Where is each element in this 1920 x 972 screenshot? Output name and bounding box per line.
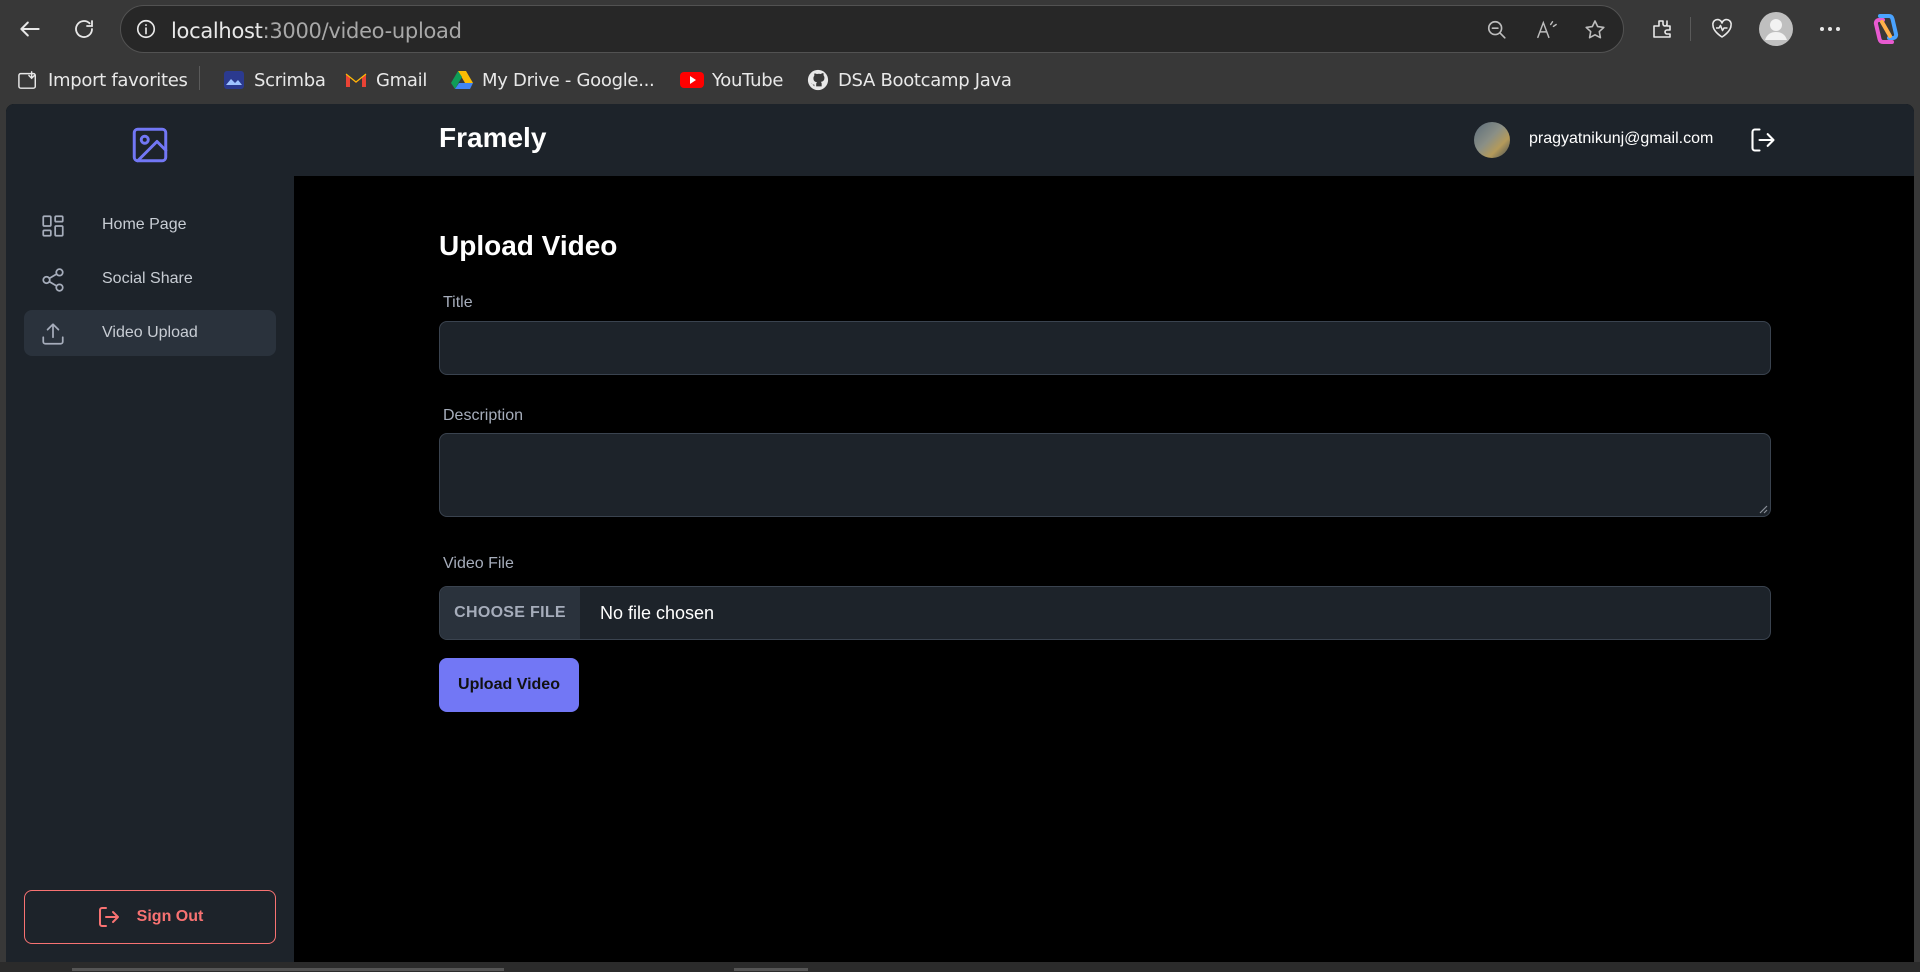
upload-video-button[interactable]: Upload Video (439, 658, 579, 712)
video-file-label: Video File (443, 555, 514, 572)
browser-essentials-icon[interactable] (1702, 9, 1742, 49)
video-file-input[interactable]: CHOOSE FILE No file chosen (439, 586, 1771, 640)
page-title: Upload Video (439, 230, 618, 261)
bookmark-label: Import favorites (48, 69, 188, 91)
main-content: Upload Video Title Description Video Fil… (294, 176, 1914, 962)
app-window: Home Page Social Share Video Upload Sign… (6, 104, 1914, 962)
resize-handle-icon[interactable] (1758, 504, 1768, 514)
browser-chrome: localhost:3000/video-upload Import favor… (0, 0, 1920, 104)
bookmark-dsa-bootcamp[interactable]: DSA Bootcamp Java (806, 66, 1012, 94)
sidebar-item-video-upload[interactable]: Video Upload (24, 310, 276, 356)
image-logo-icon[interactable] (129, 124, 171, 166)
bookmarks-bar: Import favorites Scrimba Gmail My Drive … (0, 60, 1920, 100)
title-input[interactable] (439, 321, 1771, 375)
sidebar-item-social-share[interactable]: Social Share (24, 256, 276, 302)
title-label: Title (443, 294, 473, 311)
github-icon (806, 68, 830, 92)
zoom-out-icon[interactable] (1483, 17, 1511, 43)
back-arrow-icon[interactable] (10, 9, 50, 49)
scrollbar-thumb[interactable] (72, 968, 504, 971)
bookmark-label: Scrimba (254, 69, 326, 91)
browser-toolbar: localhost:3000/video-upload (0, 0, 1920, 58)
address-bar[interactable]: localhost:3000/video-upload (120, 5, 1624, 53)
toolbar-divider (1690, 17, 1691, 41)
gmail-icon (344, 68, 368, 92)
share-icon (40, 267, 66, 293)
sidebar-item-label: Social Share (102, 270, 193, 287)
bookmark-youtube[interactable]: YouTube (680, 66, 783, 94)
site-info-icon[interactable] (133, 16, 159, 42)
google-drive-icon (450, 68, 474, 92)
grid-icon (40, 213, 66, 239)
import-icon (16, 68, 40, 92)
copilot-icon[interactable] (1866, 9, 1906, 49)
user-email: pragyatnikunj@gmail.com (1529, 130, 1714, 147)
sidebar-item-label: Home Page (102, 216, 187, 233)
bookmark-label: Gmail (376, 69, 428, 91)
horizontal-scrollbar[interactable] (0, 962, 1920, 972)
bookmark-label: DSA Bootcamp Java (838, 69, 1012, 91)
sidebar-item-label: Video Upload (102, 324, 198, 341)
logout-icon (97, 905, 121, 929)
brand-title[interactable]: Framely (439, 122, 546, 154)
url-text[interactable]: localhost:3000/video-upload (171, 19, 462, 43)
more-options-icon[interactable] (1810, 9, 1850, 49)
favorite-star-icon[interactable] (1581, 17, 1609, 43)
description-label: Description (443, 407, 524, 424)
read-aloud-icon[interactable] (1533, 17, 1561, 43)
no-file-chosen-text: No file chosen (600, 603, 715, 623)
scrollbar-segment (734, 968, 808, 971)
scrimba-icon (222, 68, 246, 92)
bookmark-import-favorites[interactable]: Import favorites (16, 66, 188, 94)
sign-out-label: Sign Out (136, 908, 204, 925)
bookmarks-divider (199, 66, 200, 90)
sidebar: Home Page Social Share Video Upload Sign… (6, 104, 294, 962)
sign-out-button[interactable]: Sign Out (24, 890, 276, 944)
profile-icon[interactable] (1756, 9, 1796, 49)
choose-file-button[interactable]: CHOOSE FILE (440, 587, 580, 639)
upload-icon (40, 321, 66, 347)
youtube-icon (680, 68, 704, 92)
bookmark-gmail[interactable]: Gmail (344, 66, 427, 94)
header-logout-icon[interactable] (1749, 126, 1777, 154)
bookmark-scrimba[interactable]: Scrimba (222, 66, 326, 94)
bookmark-google-drive[interactable]: My Drive - Google... (450, 66, 655, 94)
url-host: localhost (171, 19, 263, 43)
app-header: Framely pragyatnikunj@gmail.com (294, 104, 1914, 176)
sidebar-item-home-page[interactable]: Home Page (24, 202, 276, 248)
avatar[interactable] (1474, 122, 1510, 158)
bookmark-label: My Drive - Google... (482, 69, 655, 91)
url-path: :3000/video-upload (262, 19, 462, 43)
extensions-icon[interactable] (1642, 9, 1682, 49)
description-textarea[interactable] (439, 433, 1771, 517)
reload-icon[interactable] (64, 9, 104, 49)
bookmark-label: YouTube (712, 69, 784, 91)
